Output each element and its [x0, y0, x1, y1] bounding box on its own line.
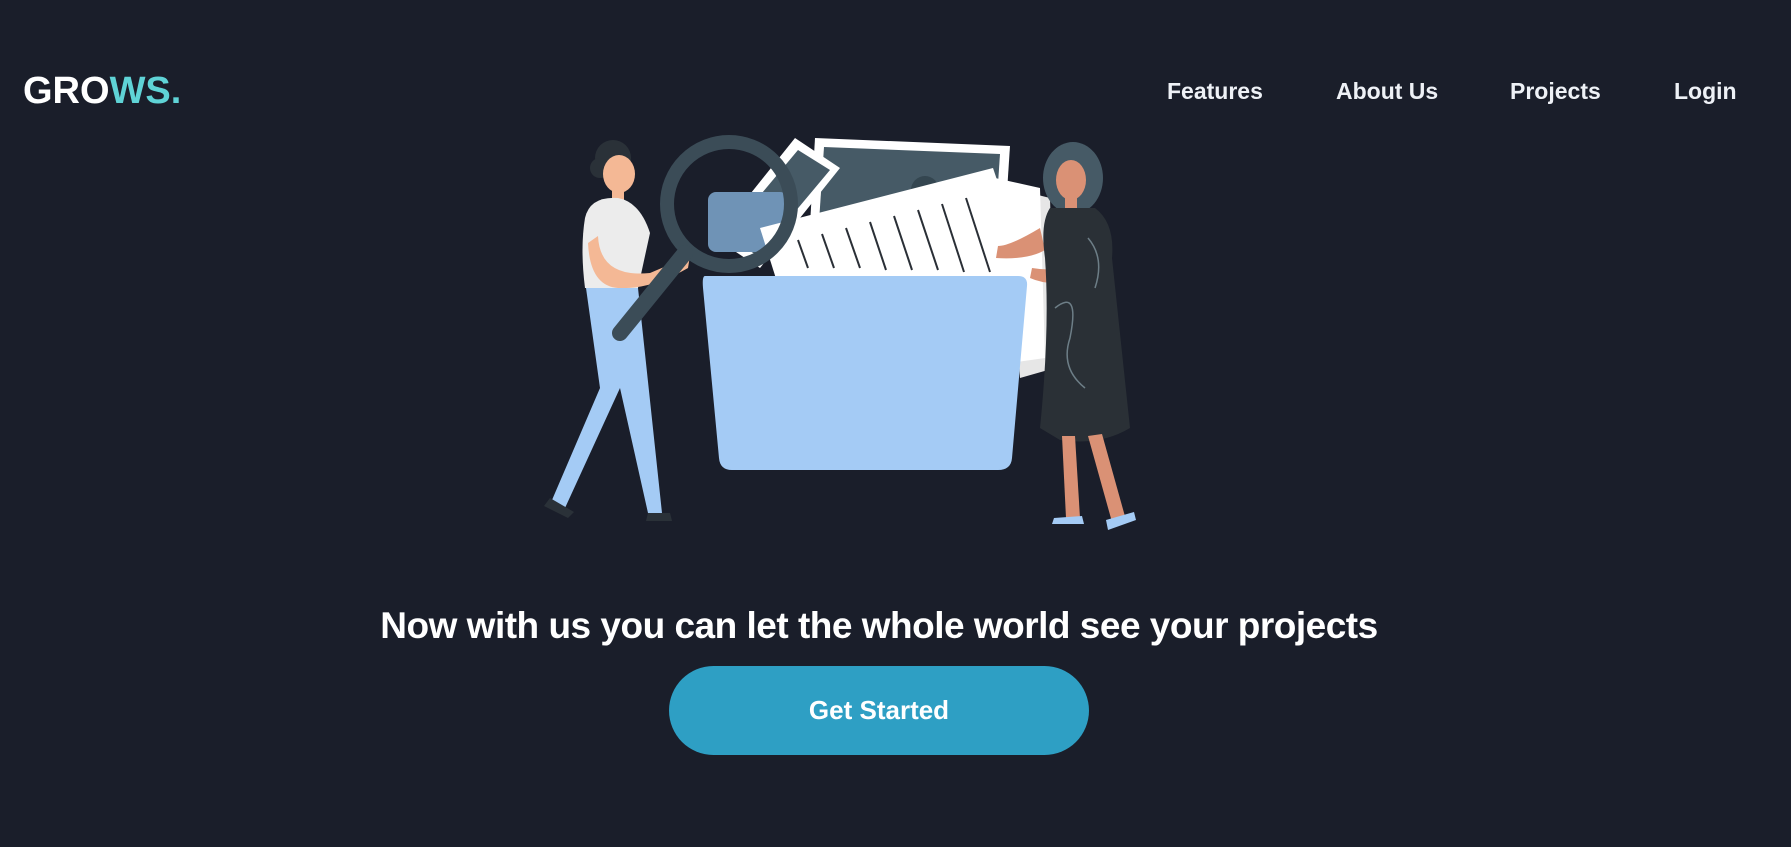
logo-text-prefix: GRO	[23, 70, 110, 112]
nav-link-about-us[interactable]: About Us	[1336, 76, 1438, 106]
folder-front	[702, 276, 1028, 470]
hero-headline: Now with us you can let the whole world …	[380, 604, 1378, 646]
nav-link-login[interactable]: Login	[1674, 76, 1737, 106]
brand-logo[interactable]: GROWS.	[23, 68, 181, 114]
nav-link-projects[interactable]: Projects	[1510, 76, 1601, 106]
hero-illustration	[544, 135, 1136, 530]
page: GROWS. Features About Us Projects Login	[0, 0, 1791, 847]
nav-link-features[interactable]: Features	[1167, 76, 1263, 106]
logo-text-accent: WS.	[109, 70, 182, 112]
get-started-button[interactable]: Get Started	[669, 666, 1089, 755]
